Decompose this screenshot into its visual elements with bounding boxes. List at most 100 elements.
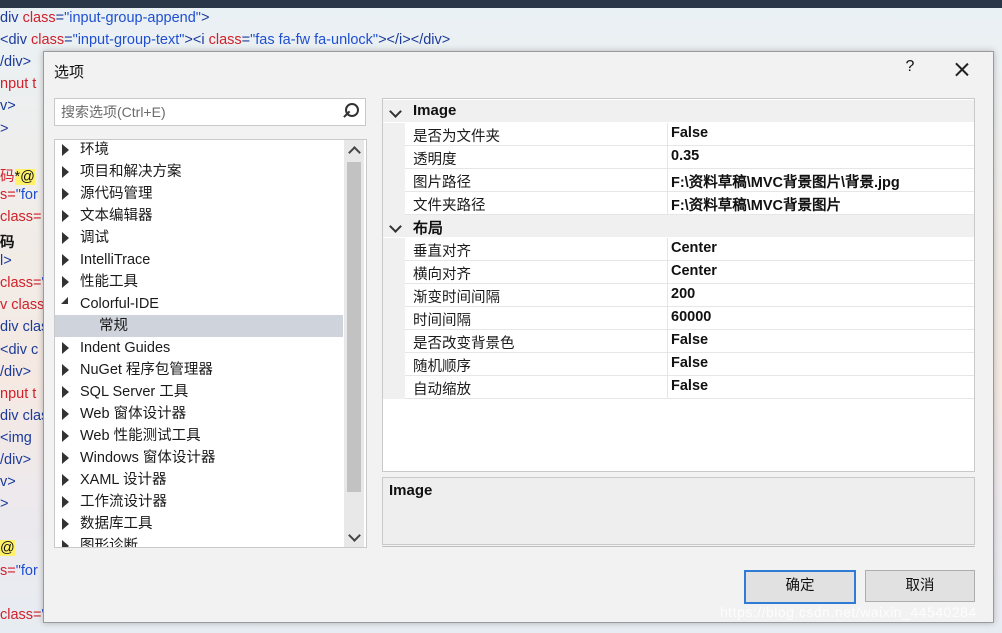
code-token: s= — [0, 562, 16, 579]
collapsed-arrow-icon[interactable] — [62, 452, 69, 464]
tree-item[interactable]: 环境 — [55, 140, 343, 161]
tree-item[interactable]: Windows 窗体设计器 — [55, 447, 343, 469]
collapsed-arrow-icon[interactable] — [62, 496, 69, 508]
close-icon[interactable] — [949, 58, 975, 82]
code-token: "input-group-text" — [72, 32, 185, 49]
chevron-down-icon[interactable] — [389, 105, 402, 118]
code-token: nput t — [0, 385, 37, 402]
tree-item-label: 常规 — [99, 318, 128, 334]
tree-item[interactable]: 数据库工具 — [55, 513, 343, 535]
search-input[interactable] — [59, 101, 333, 123]
property-row[interactable]: 横向对齐 Center — [383, 261, 974, 284]
tree-item[interactable]: SQL Server 工具 — [55, 381, 343, 403]
collapsed-arrow-icon[interactable] — [62, 232, 69, 244]
collapsed-arrow-icon[interactable] — [62, 210, 69, 222]
property-value[interactable]: F:\资料草稿\MVC背景图片 — [671, 194, 841, 215]
property-value[interactable]: 60000 — [671, 309, 711, 325]
code-token: <img — [0, 429, 32, 446]
property-row[interactable]: 文件夹路径 F:\资料草稿\MVC背景图片 — [383, 192, 974, 215]
code-line: nput t — [0, 76, 36, 98]
collapsed-arrow-icon[interactable] — [62, 254, 69, 266]
property-row[interactable]: 图片路径 F:\资料草稿\MVC背景图片\背景.jpg — [383, 169, 974, 192]
collapsed-arrow-icon[interactable] — [62, 188, 69, 200]
code-line: /div> — [0, 54, 31, 76]
collapsed-arrow-icon[interactable] — [62, 144, 69, 156]
tree-item[interactable]: 性能工具 — [55, 271, 343, 293]
code-line: div class="input-group-append"> — [0, 10, 209, 32]
tree-item[interactable]: 工作流设计器 — [55, 491, 343, 513]
property-value[interactable]: F:\资料草稿\MVC背景图片\背景.jpg — [671, 171, 900, 192]
row-gutter — [383, 330, 405, 353]
search-box[interactable] — [54, 98, 366, 126]
tree-item[interactable]: NuGet 程序包管理器 — [55, 359, 343, 381]
tree-item[interactable]: 常规 — [55, 315, 343, 337]
tree-item[interactable]: 文本编辑器 — [55, 205, 343, 227]
tree-item[interactable]: 图形诊断 — [55, 535, 343, 548]
tree-item-label: 源代码管理 — [80, 186, 153, 202]
property-value[interactable]: False — [671, 125, 708, 141]
property-row[interactable]: 随机顺序 False — [383, 353, 974, 376]
collapsed-arrow-icon[interactable] — [62, 364, 69, 376]
code-line: v> — [0, 98, 16, 120]
tree-item[interactable]: Web 窗体设计器 — [55, 403, 343, 425]
tree-item[interactable]: Colorful-IDE — [55, 293, 343, 315]
cancel-button[interactable]: 取消 — [865, 570, 975, 602]
code-line: v> — [0, 474, 16, 496]
column-separator — [667, 146, 668, 168]
property-row[interactable]: 透明度 0.35 — [383, 146, 974, 169]
collapsed-arrow-icon[interactable] — [62, 342, 69, 354]
tree-item[interactable]: Web 性能测试工具 — [55, 425, 343, 447]
property-value[interactable]: Center — [671, 240, 717, 256]
property-value[interactable]: False — [671, 355, 708, 371]
tree-item[interactable]: 项目和解决方案 — [55, 161, 343, 183]
chevron-down-icon[interactable] — [389, 220, 402, 233]
tree-item-label: Colorful-IDE — [80, 296, 159, 312]
tree-item-label: 性能工具 — [80, 274, 138, 290]
property-value[interactable]: 0.35 — [671, 148, 699, 164]
tree-item[interactable]: 调试 — [55, 227, 343, 249]
property-row[interactable]: 时间间隔 60000 — [383, 307, 974, 330]
tree-item[interactable]: Indent Guides — [55, 337, 343, 359]
property-value[interactable]: False — [671, 378, 708, 394]
property-row[interactable]: 是否改变背景色 False — [383, 330, 974, 353]
property-category[interactable]: Image — [383, 100, 974, 122]
search-icon[interactable] — [343, 103, 359, 119]
property-row[interactable]: 是否为文件夹 False — [383, 123, 974, 146]
watermark-text: https://blog.csdn.net/waixin_44540284 — [720, 604, 977, 620]
collapsed-arrow-icon[interactable] — [62, 430, 69, 442]
tree-item-label: 图形诊断 — [80, 538, 138, 548]
collapsed-arrow-icon[interactable] — [62, 408, 69, 420]
collapsed-arrow-icon[interactable] — [62, 166, 69, 178]
tree-item[interactable]: IntelliTrace — [55, 249, 343, 271]
property-row[interactable]: 垂直对齐 Center — [383, 238, 974, 261]
collapsed-arrow-icon[interactable] — [62, 474, 69, 486]
column-separator — [667, 330, 668, 352]
property-row[interactable]: 渐变时间间隔 200 — [383, 284, 974, 307]
collapsed-arrow-icon[interactable] — [62, 386, 69, 398]
scroll-up-icon[interactable] — [349, 145, 359, 155]
property-row[interactable]: 自动缩放 False — [383, 376, 974, 399]
scrollbar-thumb[interactable] — [347, 162, 361, 492]
code-token: ><i — [184, 32, 209, 49]
property-category[interactable]: 布局 — [383, 215, 974, 237]
collapsed-arrow-icon[interactable] — [62, 518, 69, 530]
ok-button[interactable]: 确定 — [744, 570, 856, 604]
scroll-down-icon[interactable] — [349, 532, 359, 542]
collapsed-arrow-icon[interactable] — [62, 276, 69, 288]
row-gutter — [383, 169, 405, 192]
code-line: <div c — [0, 342, 38, 364]
row-gutter — [383, 307, 405, 330]
collapsed-arrow-icon[interactable] — [62, 540, 69, 547]
tree-scrollbar[interactable] — [344, 140, 364, 547]
property-name: 横向对齐 — [413, 267, 471, 283]
tree-item[interactable]: XAML 设计器 — [55, 469, 343, 491]
property-value[interactable]: Center — [671, 263, 717, 279]
help-button[interactable]: ? — [900, 58, 920, 80]
property-value[interactable]: False — [671, 332, 708, 348]
column-separator — [667, 238, 668, 260]
code-token: ></i></div> — [378, 32, 451, 49]
code-token: "for — [15, 562, 38, 579]
tree-item[interactable]: 源代码管理 — [55, 183, 343, 205]
property-name: 时间间隔 — [413, 313, 471, 329]
property-value[interactable]: 200 — [671, 286, 695, 302]
